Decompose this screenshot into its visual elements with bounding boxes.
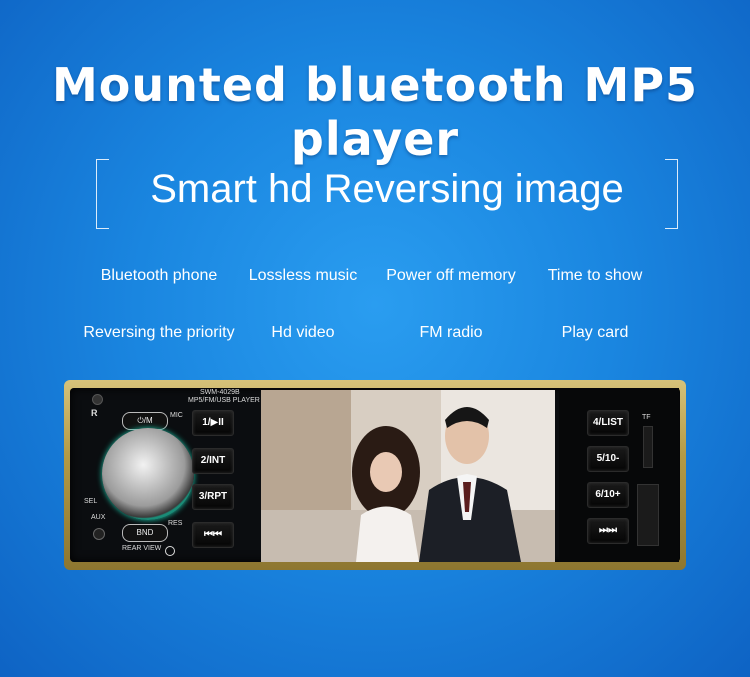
usb-port[interactable] bbox=[637, 484, 659, 546]
tf-card-slot[interactable] bbox=[643, 426, 653, 468]
sel-label: SEL bbox=[84, 498, 98, 505]
reset-hole[interactable] bbox=[92, 394, 103, 405]
rear-view-label: REAR VIEW bbox=[122, 545, 162, 552]
car-stereo: R SWM-4029B MP5/FM/USB PLAYER MIC ⏻/M BN… bbox=[64, 380, 686, 570]
feature-item: Bluetooth phone bbox=[100, 267, 218, 284]
right-panel: 4/LIST 5/10- 6/10+ ⏭⏭ TF bbox=[559, 388, 679, 562]
feature-item: Time to show bbox=[547, 267, 643, 284]
feature-item: Power off memory bbox=[386, 267, 516, 284]
camera-icon bbox=[165, 546, 175, 556]
volume-knob[interactable] bbox=[102, 428, 194, 520]
mic-label: MIC bbox=[170, 412, 183, 419]
reset-label: R bbox=[91, 408, 98, 418]
aux-port[interactable] bbox=[93, 528, 105, 540]
play-pause-button[interactable]: 1/▶II bbox=[192, 410, 234, 436]
plus-ten-button[interactable]: 6/10+ bbox=[587, 482, 629, 508]
display-screen bbox=[261, 390, 555, 562]
repeat-button[interactable]: 3/RPT bbox=[192, 484, 234, 510]
feature-item: Hd video bbox=[271, 324, 335, 341]
next-button[interactable]: ⏭⏭ bbox=[587, 518, 629, 544]
feature-item: Reversing the priority bbox=[83, 324, 235, 341]
feature-item: Lossless music bbox=[248, 267, 358, 284]
res-label: RES bbox=[168, 520, 183, 527]
title: Mounted bluetooth MP5 player bbox=[51, 58, 699, 166]
feature-item: FM radio bbox=[419, 324, 483, 341]
tf-label: TF bbox=[642, 414, 651, 421]
feature-item: Play card bbox=[561, 324, 629, 341]
minus-ten-button[interactable]: 5/10- bbox=[587, 446, 629, 472]
sub-model-label: MP5/FM/USB PLAYER bbox=[188, 397, 260, 404]
list-button[interactable]: 4/LIST bbox=[587, 410, 629, 436]
model-label: SWM-4029B bbox=[200, 389, 240, 396]
subtitle: Smart hd Reversing image bbox=[150, 167, 624, 211]
reverse-camera-image bbox=[261, 390, 555, 562]
previous-button[interactable]: ⏮⏮ bbox=[192, 522, 234, 548]
intro-button[interactable]: 2/INT bbox=[192, 448, 234, 474]
aux-label: AUX bbox=[91, 514, 106, 521]
subtitle-box: Smart hd Reversing image bbox=[96, 159, 678, 229]
band-button[interactable]: BND bbox=[122, 524, 168, 542]
